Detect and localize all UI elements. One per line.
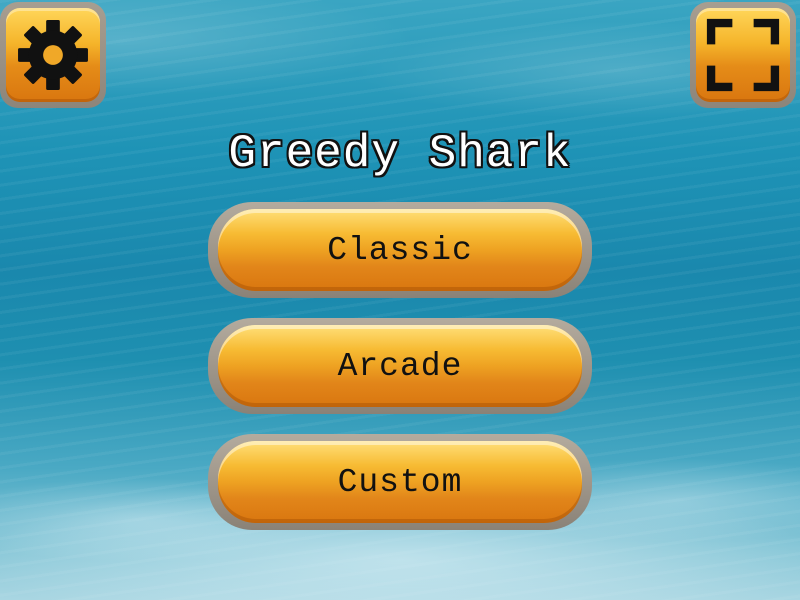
settings-button-face[interactable]	[6, 8, 100, 102]
fullscreen-button[interactable]	[690, 2, 796, 108]
classic-mode-label[interactable]: Classic	[218, 209, 582, 291]
gear-icon	[18, 20, 88, 90]
fullscreen-icon	[706, 18, 780, 92]
custom-mode-label[interactable]: Custom	[218, 441, 582, 523]
settings-button[interactable]	[0, 2, 106, 108]
classic-mode-button[interactable]: Classic	[208, 202, 592, 298]
arcade-mode-label[interactable]: Arcade	[218, 325, 582, 407]
arcade-mode-button[interactable]: Arcade	[208, 318, 592, 414]
custom-mode-button[interactable]: Custom	[208, 434, 592, 530]
game-title: Greedy Shark	[228, 128, 572, 180]
fullscreen-button-face[interactable]	[696, 8, 790, 102]
